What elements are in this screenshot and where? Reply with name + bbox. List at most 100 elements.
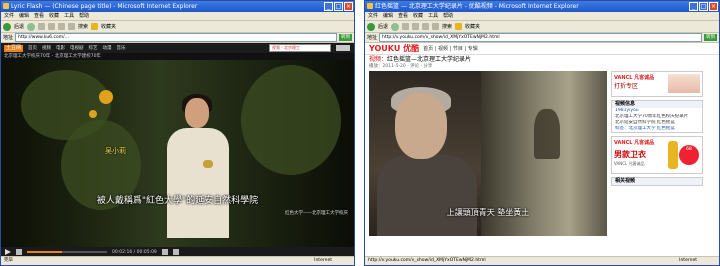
close-button[interactable]: × [709, 2, 718, 11]
ad-image [668, 74, 700, 93]
menu-edit[interactable]: 编辑 [383, 12, 393, 20]
address-input[interactable]: http://v.youku.com/v_show/id_XMjYxOTEwNj… [379, 33, 702, 42]
close-button[interactable]: × [344, 2, 353, 11]
forward-icon[interactable] [391, 22, 400, 31]
right-window-title: 红色摇篮 — 北京理工大学纪录片 - 优酷视频 - Microsoft Inte… [375, 3, 579, 10]
right-sidebar: VANCL 凡客诚品 打折专区 视频信息 1981yiyou 北京理工大学70周… [611, 71, 703, 255]
refresh-icon[interactable] [48, 23, 56, 30]
minimize-button[interactable]: _ [689, 2, 698, 11]
right-toolbar: 后退 搜索 收藏夹 [365, 21, 719, 33]
volume-icon[interactable] [161, 249, 168, 255]
right-title-bar: 红色摇篮 — 北京理工大学纪录片 - 优酷视频 - Microsoft Inte… [365, 1, 719, 12]
site-nav-item[interactable]: 电影 [56, 45, 65, 51]
back-icon[interactable] [3, 22, 11, 31]
minimize-button[interactable]: _ [324, 2, 333, 11]
fullscreen-icon[interactable] [172, 249, 179, 255]
home-icon[interactable] [422, 23, 430, 30]
video-title: 视频：红色摇篮—北京理工大学纪录片 [365, 55, 719, 64]
search-icon[interactable] [432, 23, 440, 30]
ad-text: 打折专区 [614, 83, 639, 90]
menu-file[interactable]: 文件 [368, 12, 378, 20]
ie-icon [3, 3, 9, 9]
back-label[interactable]: 后退 [378, 23, 388, 30]
play-icon[interactable] [5, 249, 11, 255]
left-status-bar: 完毕 Internet [1, 256, 354, 265]
address-label: 地址 [367, 35, 378, 41]
video-player[interactable]: 吴小莉 被人戴稱爲"紅色大學"的延安自然科學院 红色大学——北京理工大学校庆 [1, 60, 354, 247]
video-info-box: 视频信息 1981yiyou 北京理工大学70周年红色校庆纪录片 北京延安自然科… [611, 100, 703, 133]
video-player[interactable]: 上讓頭頂青天 墊坐黃土 [369, 71, 607, 236]
stop-icon[interactable] [402, 23, 410, 30]
pause-icon[interactable] [16, 249, 22, 255]
related-videos-box: 相关视频 [611, 177, 703, 186]
menu-help[interactable]: 帮助 [79, 12, 89, 20]
site-nav-item[interactable]: 综艺 [89, 45, 98, 51]
menu-favorites[interactable]: 收藏 [413, 12, 423, 20]
vancl-ad-bottom[interactable]: VANCL 凡客诚品 男款卫衣 VANCL 凡客诚品 68 [611, 136, 703, 174]
back-label[interactable]: 后退 [14, 23, 24, 30]
menu-favorites[interactable]: 收藏 [49, 12, 59, 20]
site-search-button[interactable] [336, 45, 350, 51]
youku-nav-links[interactable]: 首页 | 视频 | 节目 | 专辑 [423, 45, 478, 52]
security-zone: Internet [314, 258, 332, 263]
right-page-content: YOUKU 优酷 首页 | 视频 | 节目 | 专辑 视频：红色摇篮—北京理工大… [365, 43, 719, 257]
favorites-icon[interactable] [455, 23, 463, 30]
breadcrumb: 北京理工大学校庆70年 - 北京理工大学建校70年 [1, 53, 354, 60]
video-progress[interactable] [27, 251, 107, 253]
vancl-ad-top[interactable]: VANCL 凡客诚品 打折专区 [611, 71, 703, 97]
home-icon[interactable] [58, 23, 66, 30]
site-nav-item[interactable]: 视频 [42, 45, 51, 51]
name-caption: 吴小莉 [105, 147, 126, 155]
stop-icon[interactable] [38, 23, 46, 30]
video-time: 00:02:16 / 00:05:09 [112, 249, 157, 255]
youku-header: YOUKU 优酷 首页 | 视频 | 节目 | 专辑 [365, 43, 719, 55]
status-text: 完毕 [4, 258, 13, 263]
site-nav-item[interactable]: 音乐 [117, 45, 126, 51]
youku-logo[interactable]: YOUKU 优酷 [369, 43, 419, 54]
favorites-icon[interactable] [91, 23, 99, 30]
maximize-button[interactable]: □ [699, 2, 708, 11]
site-search-input[interactable]: 视频 - 北京理工 [269, 44, 331, 52]
video-subtitle: 上讓頭頂青天 墊坐黃土 [446, 208, 530, 217]
site-nav-item[interactable]: 电视剧 [70, 45, 84, 51]
search-icon[interactable] [68, 23, 76, 30]
site-logo[interactable]: 土豆网 [4, 44, 24, 52]
menu-view[interactable]: 查看 [398, 12, 408, 20]
menu-edit[interactable]: 编辑 [19, 12, 29, 20]
maximize-button[interactable]: □ [334, 2, 343, 11]
site-nav-item[interactable]: 动漫 [103, 45, 112, 51]
menu-file[interactable]: 文件 [4, 12, 14, 20]
related-videos-header: 相关视频 [612, 178, 702, 185]
menu-tools[interactable]: 工具 [428, 12, 438, 20]
menu-view[interactable]: 查看 [34, 12, 44, 20]
ad-figure [668, 141, 678, 169]
menu-help[interactable]: 帮助 [443, 12, 453, 20]
interviewee-body [377, 155, 477, 236]
presenter [163, 94, 233, 247]
search-label[interactable]: 搜索 [78, 23, 88, 30]
ie-icon [367, 3, 373, 9]
site-header: 土豆网 首页 视频 电影 电视剧 综艺 动漫 音乐 视频 - 北京理工 [1, 43, 354, 53]
right-status-bar: http://v.youku.com/v_show/id_XMjYxOTEwNj… [365, 256, 719, 265]
left-menu-bar: 文件 编辑 查看 收藏 工具 帮助 [1, 12, 354, 21]
refresh-icon[interactable] [412, 23, 420, 30]
menu-tools[interactable]: 工具 [64, 12, 74, 20]
video-overlay-text: 红色大学——北京理工大学校庆 [285, 211, 348, 216]
go-button[interactable]: 转到 [704, 34, 717, 41]
address-input[interactable]: http://www.ku6.com/... [15, 33, 337, 42]
security-zone: Internet [679, 258, 697, 263]
forward-icon[interactable] [27, 22, 36, 31]
go-button[interactable]: 转到 [339, 34, 352, 41]
left-title-bar: Lyric Flash — (Chinese page title) - Mic… [1, 1, 354, 12]
search-label[interactable]: 搜索 [442, 23, 452, 30]
site-nav-item[interactable]: 首页 [28, 45, 37, 51]
favorites-label[interactable]: 收藏夹 [465, 23, 480, 30]
left-toolbar: 后退 搜索 收藏夹 [1, 21, 354, 33]
favorites-label[interactable]: 收藏夹 [101, 23, 116, 30]
info-row[interactable]: 标签：北京理工大学 红色摇篮 [612, 126, 702, 132]
left-browser-window: Lyric Flash — (Chinese page title) - Mic… [0, 0, 355, 266]
sepia-figure [534, 109, 560, 159]
flower [99, 90, 113, 104]
right-menu-bar: 文件 编辑 查看 收藏 工具 帮助 [365, 12, 719, 21]
back-icon[interactable] [367, 22, 375, 31]
